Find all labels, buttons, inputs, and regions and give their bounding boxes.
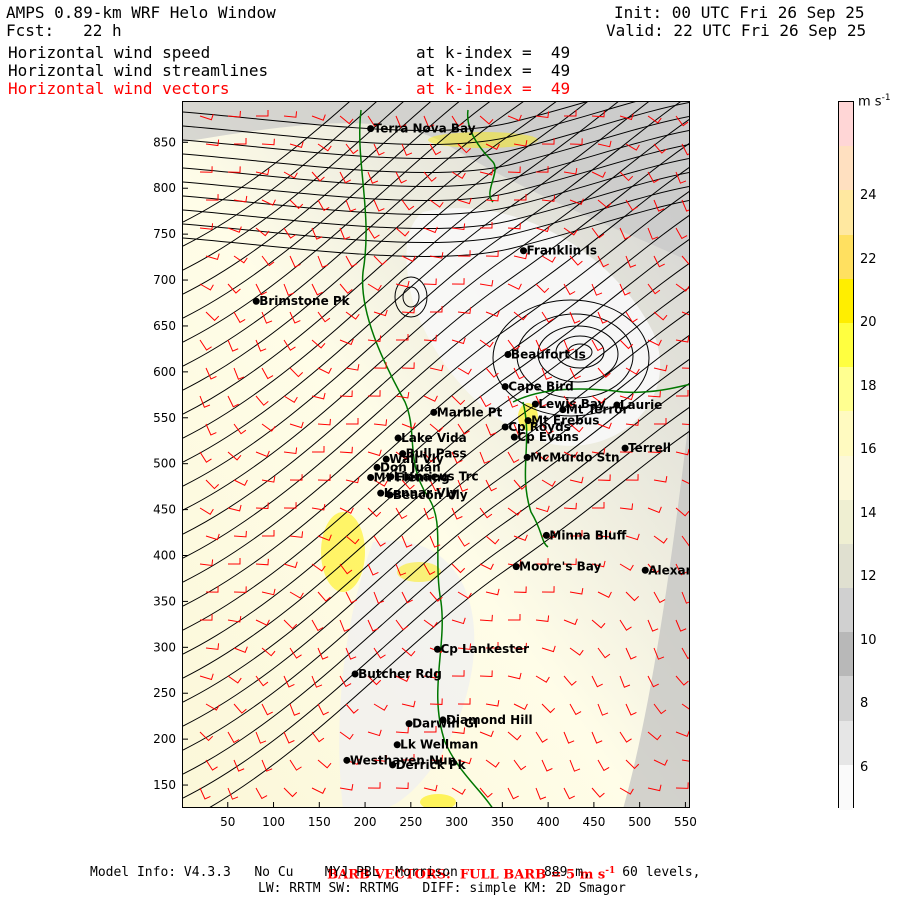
y-tick-label: 650 bbox=[153, 319, 176, 333]
x-tick-label: 300 bbox=[445, 815, 468, 829]
y-tick-label: 150 bbox=[153, 778, 176, 792]
x-tick-label: 350 bbox=[491, 815, 514, 829]
colorbar-segment bbox=[839, 720, 853, 766]
colorbar-segment bbox=[839, 322, 853, 368]
x-axis-ticks: 50 100 150 200 250 300 350 400 450 500 550 bbox=[220, 802, 697, 829]
physics-info: LW: RRTM SW: RRTMG DIFF: simple KM: 2D S… bbox=[258, 881, 626, 896]
y-tick-label: 550 bbox=[153, 411, 176, 425]
x-tick-label: 50 bbox=[220, 815, 235, 829]
y-tick-label: 200 bbox=[153, 732, 176, 746]
colorbar-label: 6 bbox=[860, 759, 869, 775]
colorbar-label: 18 bbox=[860, 378, 877, 394]
colorbar-segment bbox=[839, 676, 853, 722]
y-tick-label: 850 bbox=[153, 135, 176, 149]
wind-speed-colorbar bbox=[838, 101, 854, 810]
y-tick-label: 600 bbox=[153, 365, 176, 379]
x-tick-label: 400 bbox=[537, 815, 560, 829]
colorbar-segment bbox=[839, 499, 853, 545]
y-tick-label: 450 bbox=[153, 503, 176, 517]
colorbar-segment bbox=[839, 632, 853, 677]
colorbar-label: 20 bbox=[860, 315, 877, 330]
x-tick-label: 200 bbox=[354, 815, 377, 829]
colorbar-segment bbox=[839, 102, 853, 147]
y-tick-label: 350 bbox=[153, 594, 176, 608]
y-tick-label: 500 bbox=[153, 457, 176, 471]
colorbar-label: 8 bbox=[860, 696, 869, 711]
y-tick-label: 400 bbox=[153, 549, 176, 563]
colorbar-unit-sup: -1 bbox=[881, 93, 891, 103]
x-tick-label: 550 bbox=[674, 815, 697, 829]
y-tick-label: 750 bbox=[153, 227, 176, 241]
colorbar-segment bbox=[839, 190, 853, 236]
y-tick-label: 300 bbox=[153, 640, 176, 654]
y-tick-label: 800 bbox=[153, 181, 176, 195]
colorbar-unit: m s-1 bbox=[858, 93, 891, 109]
colorbar-label: 24 bbox=[860, 188, 877, 203]
x-tick-label: 500 bbox=[628, 815, 651, 829]
colorbar-label: 14 bbox=[860, 505, 877, 521]
colorbar-segment bbox=[839, 146, 853, 191]
x-tick-label: 100 bbox=[262, 815, 285, 829]
x-tick-label: 450 bbox=[582, 815, 605, 829]
map-axes: 50 100 150 200 250 300 350 400 450 500 550 150 200 2… bbox=[153, 135, 697, 829]
colorbar-label: 10 bbox=[860, 632, 877, 648]
colorbar-segment bbox=[839, 588, 853, 633]
colorbar-label: 12 bbox=[860, 569, 877, 584]
model-info: Model Info: V4.3.3 No Cu MYJ PBL Morriso… bbox=[90, 865, 701, 880]
colorbar-segment bbox=[839, 764, 853, 810]
colorbar-segment bbox=[839, 543, 853, 589]
y-axis-ticks: 150 200 250 300 350 400 450 500 550 600 650 700 750 8… bbox=[153, 135, 188, 792]
colorbar-segment bbox=[839, 367, 853, 412]
y-tick-label: 250 bbox=[153, 686, 176, 700]
colorbar-label: 16 bbox=[860, 442, 877, 457]
colorbar-unit-text: m s bbox=[858, 94, 882, 110]
colorbar-segment bbox=[839, 411, 853, 456]
colorbar-segment bbox=[839, 234, 853, 280]
x-tick-label: 150 bbox=[308, 815, 331, 829]
y-tick-label: 700 bbox=[153, 273, 176, 287]
colorbar-label: 22 bbox=[860, 251, 877, 267]
colorbar-segment bbox=[839, 455, 853, 501]
colorbar-segment bbox=[839, 278, 853, 324]
x-tick-label: 250 bbox=[399, 815, 422, 829]
